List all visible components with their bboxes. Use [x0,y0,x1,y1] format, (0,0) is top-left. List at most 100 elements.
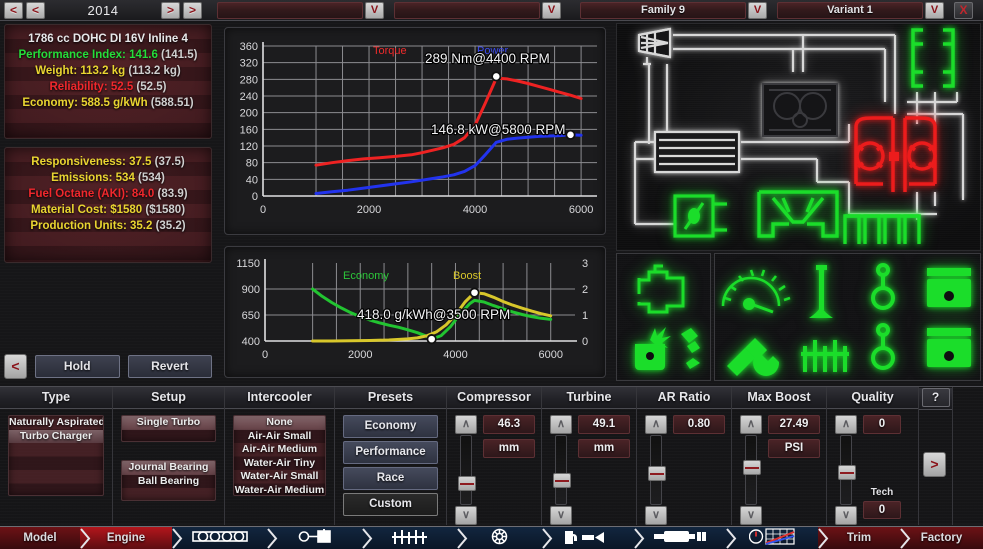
preset-economy-button[interactable]: Economy [343,415,438,438]
config-column-presets: PresetsEconomyPerformanceRaceCustom [335,387,447,525]
year-prev-button[interactable]: < [26,2,45,19]
prev-page-button[interactable]: < [4,354,27,379]
list-item[interactable] [122,430,215,443]
slider-thumb[interactable] [553,473,571,488]
decrement-button[interactable]: ∨ [835,506,857,525]
option-list[interactable]: NoneAir-Air SmallAir-Air MediumWater-Air… [233,415,326,496]
increment-button[interactable]: ∧ [835,415,857,434]
list-item[interactable] [122,488,215,501]
decrement-button[interactable]: ∨ [645,506,667,525]
dropdown-2[interactable] [394,2,540,19]
decrement-button[interactable]: ∨ [740,506,762,525]
slider-control[interactable]: ∧∨ [455,415,477,525]
preset-custom-button[interactable]: Custom [343,493,438,516]
list-item[interactable]: Water-Air Small [234,470,325,484]
list-item[interactable]: Air-Air Small [234,430,325,444]
list-item[interactable]: Journal Bearing [122,461,215,475]
list-item[interactable] [9,484,103,497]
hold-button[interactable]: Hold [35,355,120,378]
list-item[interactable]: Water-Air Medium [234,484,325,497]
slider-thumb[interactable] [743,460,761,475]
increment-button[interactable]: ∧ [455,415,477,434]
value-field[interactable]: 49.1 [578,415,630,434]
year-next-button[interactable]: > [161,2,180,19]
combustion-icon [635,327,671,370]
unit-field: mm [483,439,535,458]
svg-text:Torque: Torque [373,45,407,57]
value-field[interactable]: 46.3 [483,415,535,434]
family-chevron-down-icon[interactable]: V [748,2,767,19]
nav-item-crankshaft-icon[interactable] [172,527,267,549]
next-page-button[interactable]: > [923,452,946,477]
svg-text:200: 200 [240,108,258,120]
list-item[interactable]: Air-Air Medium [234,443,325,457]
nav-chevron-icon [542,527,553,549]
dropdown-2-chevron-down-icon[interactable]: V [542,2,561,19]
slider-thumb[interactable] [458,476,476,491]
increment-button[interactable]: ∧ [740,415,762,434]
option-list[interactable]: Journal BearingBall Bearing [121,460,216,501]
svg-text:1: 1 [582,310,588,322]
help-button[interactable]: ? [922,388,950,407]
dropdown-1-chevron-down-icon[interactable]: V [365,2,384,19]
increment-button[interactable]: ∧ [645,415,667,434]
decrement-button[interactable]: ∨ [455,506,477,525]
column-body: Single Turbo Journal BearingBall Bearing [113,409,224,525]
list-item[interactable]: Naturally Aspirated [9,416,103,430]
slider-control[interactable]: ∧∨ [740,415,762,525]
option-list[interactable]: Single Turbo [121,415,216,442]
slider-track[interactable] [460,435,472,505]
list-item[interactable]: Water-Air Tiny [234,457,325,471]
stats-sidebar: 1786 cc DOHC DI 16V Inline 4Performance … [4,24,212,271]
family-dropdown[interactable]: Family 9 [580,2,746,19]
nav-item-trim[interactable]: Trim [818,527,900,549]
quality-value-field[interactable]: 0 [863,415,901,434]
svg-text:0: 0 [252,191,258,203]
piston-icon [927,268,971,307]
close-icon[interactable]: X [954,2,973,19]
crankshaft-icon [191,528,249,548]
slider-track[interactable] [840,435,852,505]
value-field[interactable]: 27.49 [768,415,820,434]
slider-control[interactable]: ∧∨ [550,415,572,525]
list-item[interactable]: Turbo Charger [9,430,103,444]
list-item[interactable]: None [234,416,325,430]
preset-race-button[interactable]: Race [343,467,438,490]
intercooler-icon [655,132,739,172]
slider-track[interactable] [555,435,567,505]
increment-button[interactable]: ∧ [550,415,572,434]
variant-chevron-down-icon[interactable]: V [925,2,944,19]
value-field[interactable]: 0.80 [673,415,725,434]
decrement-button[interactable]: ∨ [550,506,572,525]
slider-thumb[interactable] [648,466,666,481]
nav-item-piston-rod-icon[interactable] [267,527,362,549]
slider-control[interactable]: ∧∨ [835,415,857,525]
nav-item-valvetrain-icon[interactable] [362,527,457,549]
list-item[interactable] [9,457,103,471]
nav-item-dyno-graph-icon[interactable] [726,527,818,549]
preset-performance-button[interactable]: Performance [343,441,438,464]
nav-item-factory[interactable]: Factory [900,527,983,549]
dropdown-1[interactable] [217,2,363,19]
list-item[interactable] [9,443,103,457]
svg-text:400: 400 [242,336,260,348]
engine-metrics-panel: Responsiveness: 37.5 (37.5)Emissions: 53… [4,147,212,263]
nav-item-turbo-icon[interactable] [457,527,542,549]
list-item[interactable]: Single Turbo [122,416,215,430]
slider-track[interactable] [650,435,662,505]
list-item[interactable]: Ball Bearing [122,475,215,489]
option-list[interactable]: Naturally AspiratedTurbo Charger [8,415,104,496]
nav-item-exhaust-icon[interactable] [634,527,726,549]
slider-thumb[interactable] [838,465,856,480]
list-item[interactable] [9,470,103,484]
year-first-button[interactable]: < [4,2,23,19]
nav-item-engine[interactable]: Engine [80,527,172,549]
variant-dropdown[interactable]: Variant 1 [777,2,923,19]
svg-text:Boost: Boost [453,270,481,282]
slider-track[interactable] [745,435,757,505]
revert-button[interactable]: Revert [128,355,213,378]
year-last-button[interactable]: > [183,2,202,19]
slider-control[interactable]: ∧∨ [645,415,667,525]
nav-item-fuel-system-icon[interactable] [542,527,634,549]
nav-item-model[interactable]: Model [0,527,80,549]
